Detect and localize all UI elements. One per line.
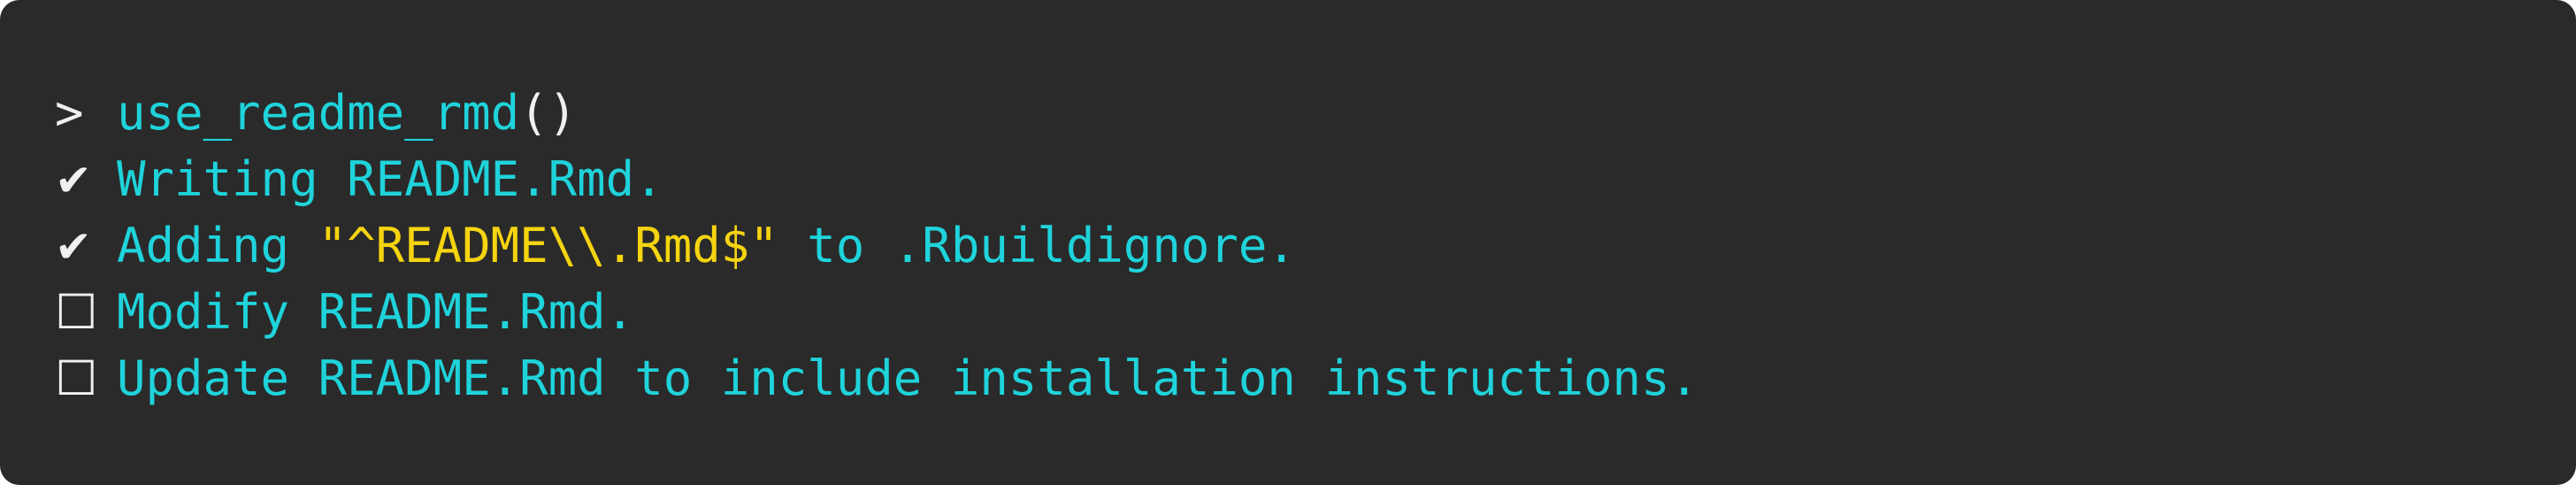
console-line-adding: ✔ Adding "^README\\.Rmd$" to .Rbuildignor… xyxy=(55,212,2576,279)
function-name: use_readme_rmd xyxy=(117,85,520,141)
todo-text: Modify README.Rmd. xyxy=(117,284,635,340)
function-parens: () xyxy=(519,85,578,141)
message-text-before: Adding xyxy=(117,218,318,273)
checkbox-empty-icon: ☐ xyxy=(55,350,98,406)
console-line-command: > use_readme_rmd() xyxy=(55,80,2576,146)
message-text-after: to .Rbuildignore. xyxy=(778,218,1296,273)
checkmark-icon: ✔ xyxy=(55,221,92,273)
console-line-writing: ✔ Writing README.Rmd. xyxy=(55,146,2576,212)
regex-string: "^README\\.Rmd$" xyxy=(318,218,778,273)
prompt-symbol: > xyxy=(55,85,84,141)
checkbox-empty-icon: ☐ xyxy=(55,284,98,340)
checkmark-icon: ✔ xyxy=(55,155,92,206)
todo-text: Update README.Rmd to include installatio… xyxy=(117,350,1699,406)
console-line-update-todo: ☐ Update README.Rmd to include installati… xyxy=(55,345,2576,412)
r-console-output: > use_readme_rmd() ✔ Writing README.Rmd. ✔… xyxy=(0,0,2576,485)
console-line-modify-todo: ☐ Modify README.Rmd. xyxy=(55,279,2576,345)
message-text: Writing README.Rmd. xyxy=(117,151,663,207)
